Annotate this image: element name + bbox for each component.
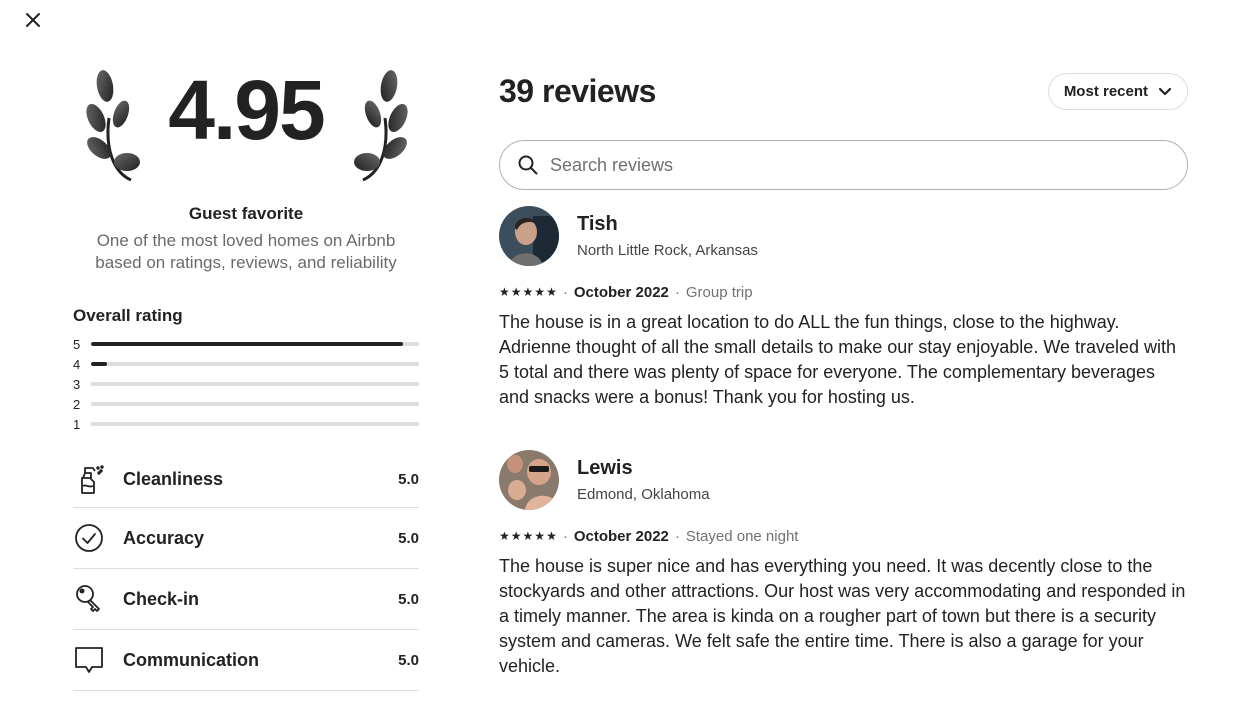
review-date: October 2022 [573,283,669,301]
distribution-fill [91,362,108,366]
review-user: Lewis Edmond, Oklahoma [499,450,1188,510]
category-value: 5.0 [398,471,419,488]
star-icon: ★ [534,529,546,543]
review-user: Tish North Little Rock, Arkansas [499,206,1188,266]
overall-rating-label: Overall rating [73,306,183,325]
sort-dropdown[interactable]: Most recent [1047,72,1188,110]
search-reviews[interactable] [499,140,1188,190]
distribution-row: 4 [73,354,419,374]
chat-bubble-icon [73,644,105,676]
distribution-fill [91,342,403,346]
category-label: Communication [123,649,260,670]
star-icon: ★ [510,529,522,543]
separator-dot: · [674,283,680,301]
review-date: October 2022 [573,527,669,545]
distribution-row: 1 [73,414,419,434]
review-text: The house is super nice and has everythi… [499,556,1186,676]
distribution-bar [91,422,419,426]
reviews-header: 39 reviews Most recent [499,72,1188,110]
star-icon: ★ [534,285,546,299]
reviewer-name: Lewis [577,457,633,479]
star-icon: ★ [522,285,534,299]
star-rating: ★ ★ ★ ★ ★ [499,286,557,298]
category-value: 5.0 [398,590,419,608]
distribution-bar [91,382,419,386]
review-item: Tish North Little Rock, Arkansas ★ ★ ★ ★ ★ ·… [499,206,1188,410]
star-icon: ★ [499,529,510,543]
distribution-star-label: 3 [73,376,81,392]
category-row-check-in: Check-in 5.0 [73,569,419,630]
check-circle-icon [73,522,105,554]
sort-label: Most recent [1063,82,1148,100]
star-icon: ★ [499,285,510,299]
star-icon: ★ [546,285,557,299]
star-icon: ★ [510,285,522,299]
distribution-row: 2 [73,394,419,414]
distribution-star-label: 5 [73,336,81,352]
search-input[interactable] [550,154,1169,176]
reviews-count: 39 reviews [499,72,656,109]
rating-distribution: 5 4 3 2 1 [73,334,419,434]
search-icon [518,155,538,175]
separator-dot: · [562,283,568,301]
distribution-bar [91,362,419,366]
star-icon: ★ [522,529,534,543]
category-value: 5.0 [398,529,419,547]
laurel-right-icon [354,70,408,182]
star-rating: ★ ★ ★ ★ ★ [499,530,557,542]
category-ratings: Cleanliness 5.0 Accuracy 5.0 Check-in 5.… [73,452,419,691]
distribution-star-label: 1 [73,416,81,432]
trip-type: Stayed one night [685,527,799,545]
review-text: The house is in a great location to do A… [499,312,1177,407]
reviewer-location: Edmond, Oklahoma [577,486,710,503]
spray-bottle-icon [73,464,105,496]
distribution-row: 3 [73,374,419,394]
close-icon [26,13,40,27]
review-meta: ★ ★ ★ ★ ★ · October 2022 · Group trip [499,282,1188,302]
category-row-cleanliness: Cleanliness 5.0 [73,452,419,508]
review-meta: ★ ★ ★ ★ ★ · October 2022 · Stayed one night [499,526,1188,546]
category-label: Check-in [123,588,200,609]
category-row-accuracy: Accuracy 5.0 [73,508,419,569]
guest-favorite-subtitle: One of the most loved homes on Airbnb ba… [95,231,397,272]
reviews-panel: 39 reviews Most recent Search reviews Ti… [499,72,1188,679]
avatar[interactable] [499,450,559,510]
distribution-star-label: 2 [73,396,81,412]
reviewer-name: Tish [577,213,618,235]
distribution-row: 5 [73,334,419,354]
close-button[interactable] [20,7,46,33]
category-label: Cleanliness [123,469,224,489]
category-value: 5.0 [398,651,419,669]
category-row-communication: Communication 5.0 [73,630,419,691]
distribution-star-label: 4 [73,356,81,372]
rating-summary: 4.95 Guest favorite One of the most love… [73,60,419,691]
category-label: Accuracy [123,527,205,548]
trip-type: Group trip [685,283,753,301]
distribution-bar [91,402,419,406]
guest-favorite-hero: 4.95 [73,60,419,200]
avatar[interactable] [499,206,559,266]
separator-dot: · [562,527,568,545]
distribution-bar [91,342,419,346]
reviewer-location: North Little Rock, Arkansas [577,242,758,259]
key-icon [73,583,105,615]
separator-dot: · [674,527,680,545]
review-item: Lewis Edmond, Oklahoma ★ ★ ★ ★ ★ · October 2… [499,450,1188,679]
star-icon: ★ [546,529,557,543]
chevron-down-icon [1158,87,1172,96]
guest-favorite-title: Guest favorite [188,204,304,223]
